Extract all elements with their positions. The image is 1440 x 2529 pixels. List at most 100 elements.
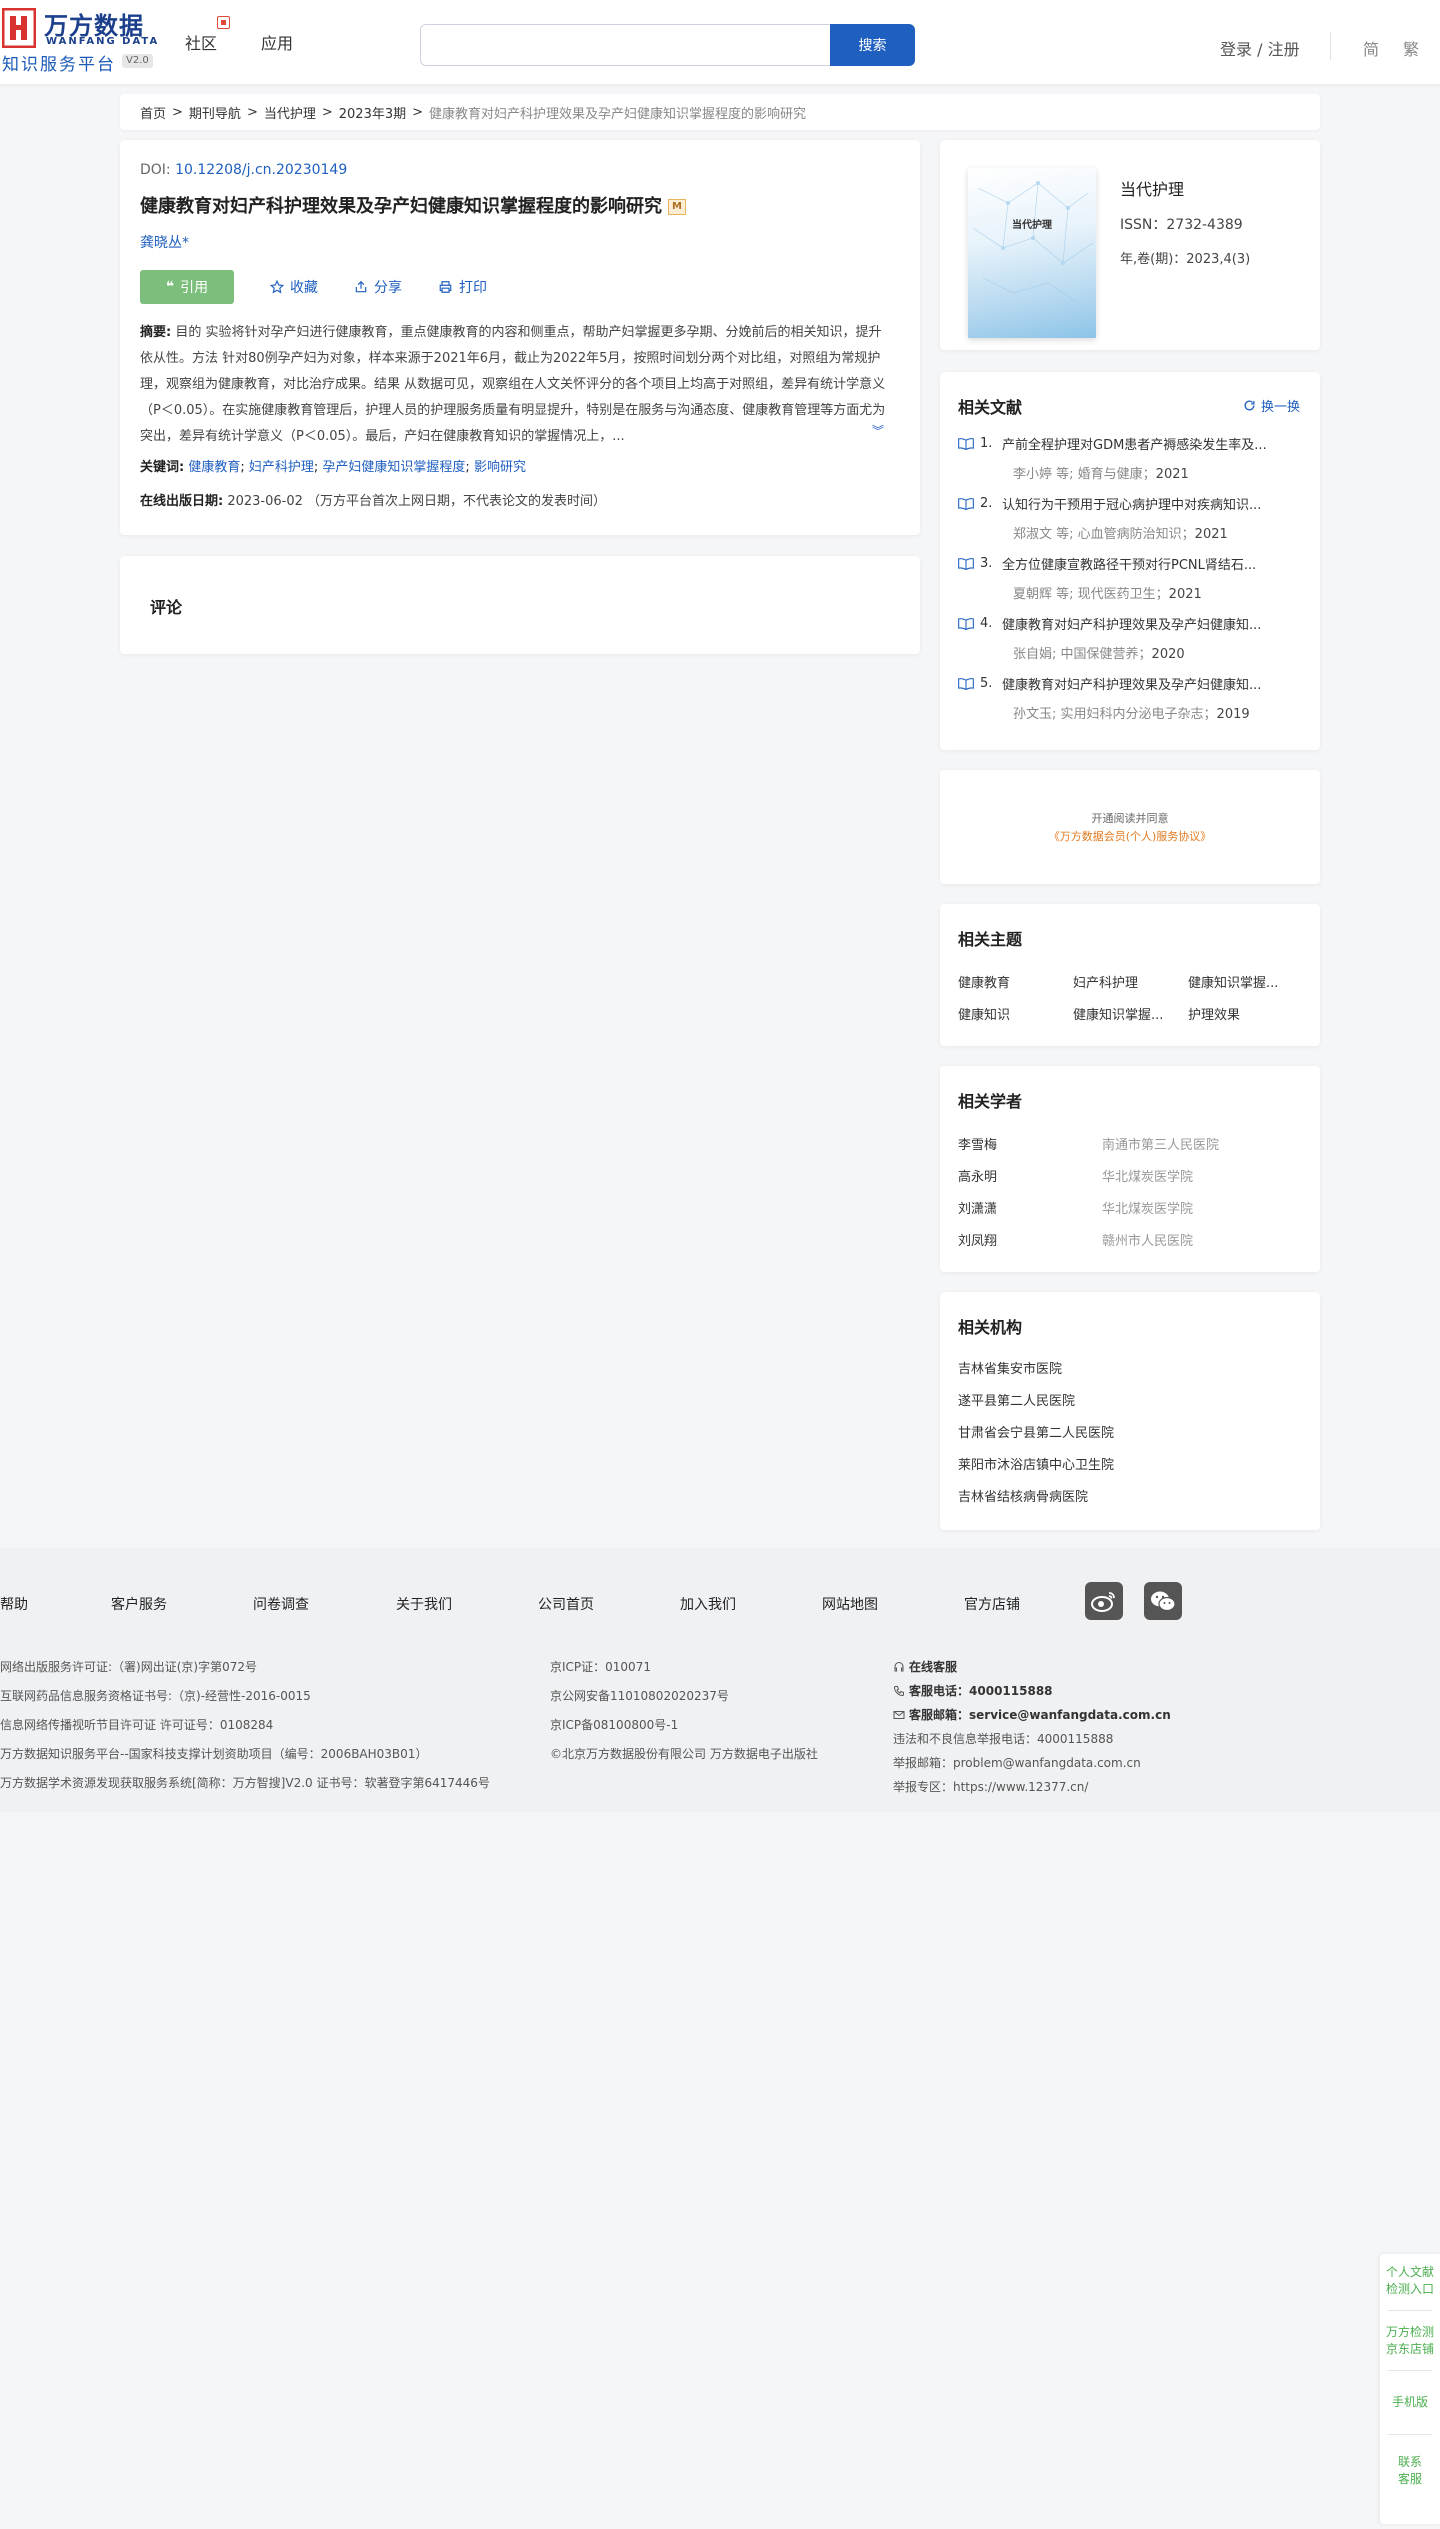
cover-title: 当代护理 <box>1012 220 1052 231</box>
comments-title: 评论 <box>150 598 183 617</box>
scholar-name[interactable]: 李雪梅 <box>958 1134 997 1153</box>
scholar-name[interactable]: 刘凤翔 <box>958 1230 997 1249</box>
icp-line[interactable]: 京公网安备11010802020237号 <box>550 1687 729 1704</box>
org-link[interactable]: 莱阳市沐浴店镇中心卫生院 <box>958 1454 1114 1473</box>
icp-line[interactable]: 京ICP备08100800号-1 <box>550 1716 678 1733</box>
icp-line[interactable]: 京ICP证：010071 <box>550 1658 651 1675</box>
related-literature-item[interactable]: 1. 产前全程护理对GDM患者产褥感染发生率及... 李小婷 等; 婚育与健康；… <box>958 434 1302 482</box>
org-link[interactable]: 遂平县第二人民医院 <box>958 1390 1075 1409</box>
footer-link-sitemap[interactable]: 网站地图 <box>822 1594 878 1614</box>
scholar-name[interactable]: 高永明 <box>958 1166 997 1185</box>
org-link[interactable]: 吉林省结核病骨病医院 <box>958 1486 1088 1505</box>
keyword-link[interactable]: 健康教育 <box>188 460 240 475</box>
footer-link-store[interactable]: 官方店铺 <box>964 1594 1020 1614</box>
footer-link-survey[interactable]: 问卷调查 <box>253 1594 309 1614</box>
book-icon <box>958 438 974 450</box>
print-button[interactable]: 打印 <box>438 277 487 297</box>
version-badge: V2.0 <box>122 54 153 68</box>
org-link[interactable]: 甘肃省会宁县第二人民医院 <box>958 1422 1114 1441</box>
breadcrumb-home[interactable]: 首页 <box>140 103 166 122</box>
notification-badge-icon <box>217 16 230 29</box>
comments-card: 评论 <box>120 556 920 654</box>
topic-link[interactable]: 健康教育 <box>958 972 1068 991</box>
book-icon <box>958 558 974 570</box>
scholar-name[interactable]: 刘潇潇 <box>958 1198 997 1217</box>
footer-link-about[interactable]: 关于我们 <box>396 1594 452 1614</box>
related-orgs-title: 相关机构 <box>958 1318 1023 1337</box>
scholar-org[interactable]: 赣州市人民医院 <box>1102 1230 1193 1249</box>
related-literature-item[interactable]: 4. 健康教育对妇产科护理效果及孕产妇健康知... 张自娟; 中国保健营养；20… <box>958 614 1302 662</box>
customer-email[interactable]: 客服邮箱：service@wanfangdata.com.cn <box>893 1706 1171 1723</box>
login-register-link[interactable]: 登录 / 注册 <box>1220 36 1300 60</box>
doi-link[interactable]: 10.12208/j.cn.20230149 <box>175 162 347 178</box>
scholar-org[interactable]: 华北煤炭医学院 <box>1102 1166 1193 1185</box>
footer-link-customer-service[interactable]: 客户服务 <box>111 1594 167 1614</box>
journal-issn: ISSN：2732-4389 <box>1120 217 1243 233</box>
wanfang-logo[interactable]: 万方数据 WANFANG DATA 知识服务平台 V2.0 <box>2 6 157 76</box>
m-format-icon[interactable]: M <box>668 199 686 215</box>
topic-link[interactable]: 健康知识掌握... <box>1073 1004 1183 1023</box>
related-literature-item[interactable]: 2. 认知行为干预用于冠心病护理中对疾病知识... 郑淑文 等; 心血管病防治知… <box>958 494 1302 542</box>
license-line: 万方数据学术资源发现获取服务系统[简称：万方智搜]V2.0 证书号：软著登字第6… <box>0 1776 490 1790</box>
article-card: DOI: 10.12208/j.cn.20230149 健康教育对妇产科护理效果… <box>120 140 920 535</box>
page-footer: 帮助 客户服务 问卷调查 关于我们 公司首页 加入我们 网站地图 官方店铺 网络… <box>0 1548 1440 1812</box>
footer-link-company[interactable]: 公司首页 <box>538 1594 594 1614</box>
related-literature-card: 相关文献 换一换 1. 产前全程护理对GDM患者产褥感染发生率及... 李小婷 … <box>940 372 1320 750</box>
breadcrumb-issue[interactable]: 2023年3期 <box>339 103 406 122</box>
mail-icon <box>893 1711 905 1719</box>
related-literature-item[interactable]: 5. 健康教育对妇产科护理效果及孕产妇健康知... 孙文玉; 实用妇科内分泌电子… <box>958 674 1302 722</box>
lang-traditional[interactable]: 繁 <box>1403 36 1419 60</box>
related-scholars-card: 相关学者 李雪梅 南通市第三人民医院 高永明 华北煤炭医学院 刘潇潇 华北煤炭医… <box>940 1066 1320 1272</box>
keyword-link[interactable]: 孕产妇健康知识掌握程度 <box>322 460 465 475</box>
lang-simplified[interactable]: 简 <box>1363 36 1379 60</box>
search-input[interactable] <box>420 24 830 66</box>
breadcrumb-journal[interactable]: 当代护理 <box>264 103 316 122</box>
weibo-icon[interactable] <box>1085 1582 1123 1620</box>
article-actions: ❝ 引用 收藏 分享 打印 <box>140 270 487 304</box>
expand-abstract-icon[interactable]: ︾ <box>872 422 884 439</box>
topic-link[interactable]: 健康知识 <box>958 1004 1068 1023</box>
license-line: 网络出版服务许可证:（署)网出证(京)字第072号 <box>0 1660 257 1674</box>
scholar-org[interactable]: 南通市第三人民医院 <box>1102 1134 1219 1153</box>
footer-link-help[interactable]: 帮助 <box>0 1594 28 1614</box>
keyword-link[interactable]: 影响研究 <box>474 460 526 475</box>
book-icon <box>958 618 974 630</box>
share-button[interactable]: 分享 <box>354 277 402 297</box>
related-literature-item[interactable]: 3. 全方位健康宣教路径干预对行PCNL肾结石... 夏朝辉 等; 现代医药卫生… <box>958 554 1302 602</box>
related-literature-title: 相关文献 <box>958 398 1023 417</box>
topic-link[interactable]: 健康知识掌握... <box>1188 972 1298 991</box>
cite-button[interactable]: ❝ 引用 <box>140 270 234 304</box>
side-jd-store[interactable]: 万方检测 京东店铺 <box>1380 2324 1440 2358</box>
report-zone[interactable]: 举报专区：https://www.12377.cn/ <box>893 1778 1088 1795</box>
topic-link[interactable]: 护理效果 <box>1188 1004 1298 1023</box>
topic-link[interactable]: 妇产科护理 <box>1073 972 1183 991</box>
refresh-button[interactable]: 换一换 <box>1243 396 1300 415</box>
side-contact-service[interactable]: 联系 客服 <box>1380 2454 1440 2488</box>
journal-name[interactable]: 当代护理 <box>1120 176 1184 200</box>
nav-community[interactable]: 社区 <box>185 30 217 54</box>
wechat-icon[interactable] <box>1144 1582 1182 1620</box>
report-email[interactable]: 举报邮箱：problem@wanfangdata.com.cn <box>893 1754 1141 1771</box>
membership-agreement-card: 开通阅读并同意 《万方数据会员(个人)服务协议》 <box>940 770 1320 884</box>
wanfang-logo-icon <box>2 8 36 48</box>
publish-date: 在线出版日期: 2023-06-02 （万方平台首次上网日期，不代表论文的发表时… <box>140 494 607 509</box>
scholar-org[interactable]: 华北煤炭医学院 <box>1102 1198 1193 1217</box>
online-service-link[interactable]: 在线客服 <box>893 1658 957 1675</box>
keyword-link[interactable]: 妇产科护理 <box>249 460 314 475</box>
nav-apps[interactable]: 应用 <box>261 30 293 54</box>
article-title: 健康教育对妇产科护理效果及孕产妇健康知识掌握程度的影响研究 M <box>140 192 900 218</box>
keywords: 关键词: 健康教育; 妇产科护理; 孕产妇健康知识掌握程度; 影响研究 <box>140 460 526 475</box>
author-link[interactable]: 龚晓丛* <box>140 232 189 252</box>
footer-link-join[interactable]: 加入我们 <box>680 1594 736 1614</box>
star-icon <box>270 280 284 294</box>
breadcrumb-journals[interactable]: 期刊导航 <box>189 103 241 122</box>
side-mobile-version[interactable]: 手机版 <box>1380 2394 1440 2411</box>
side-doc-check-entry[interactable]: 个人文献 检测入口 <box>1380 2264 1440 2298</box>
journal-cover-image[interactable]: 当代护理 <box>968 168 1096 338</box>
book-icon <box>958 678 974 690</box>
agreement-link[interactable]: 《万方数据会员(个人)服务协议》 <box>940 828 1320 844</box>
favorite-button[interactable]: 收藏 <box>270 277 318 297</box>
org-link[interactable]: 吉林省集安市医院 <box>958 1358 1062 1377</box>
search-button[interactable]: 搜索 <box>830 24 915 66</box>
logo-en-text: WANFANG DATA <box>46 36 160 47</box>
